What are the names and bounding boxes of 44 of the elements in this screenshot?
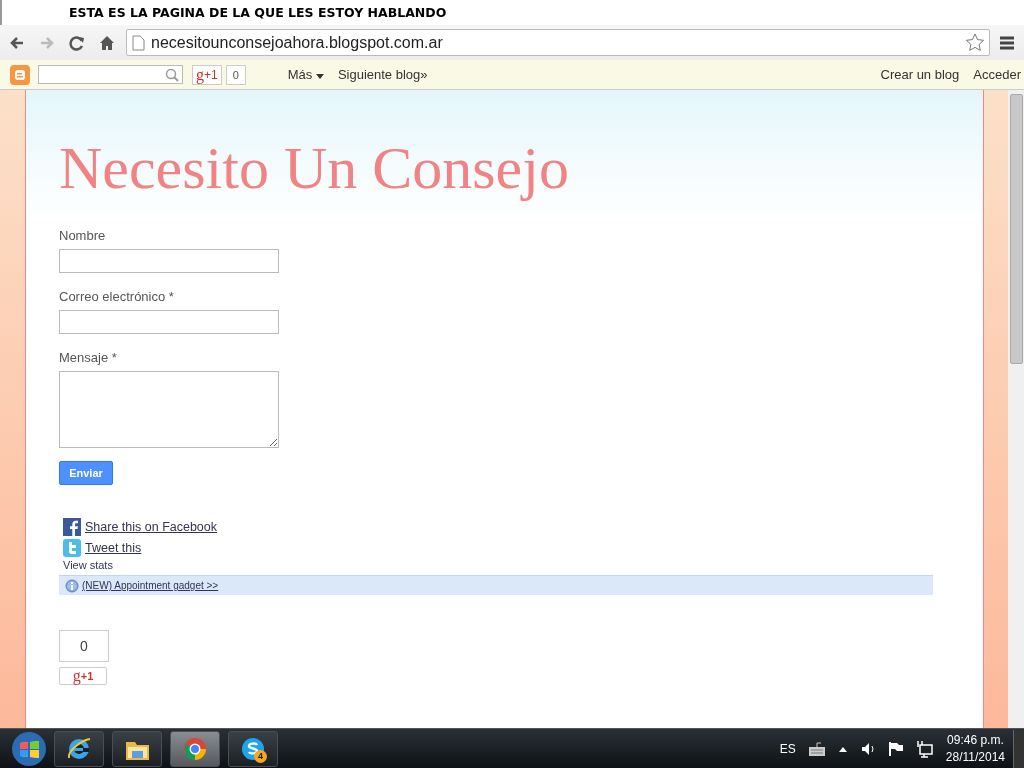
create-blog-link[interactable]: Crear un blog <box>880 67 960 82</box>
back-icon[interactable] <box>9 34 25 51</box>
plus-one-button[interactable]: g+1 <box>192 64 222 85</box>
search-field[interactable] <box>38 65 183 84</box>
facebook-icon[interactable] <box>63 518 81 536</box>
taskbar-button[interactable] <box>54 730 104 767</box>
menu-icon[interactable] <box>998 34 1016 51</box>
appointment-gadget-link[interactable]: (NEW) Appointment gadget >> <box>82 580 219 591</box>
field-label: Mensaje * <box>59 350 118 365</box>
tweet-link[interactable]: Tweet this <box>85 541 142 555</box>
clock[interactable]: 09:46 p.m. 28/11/2014 <box>945 731 1005 766</box>
chrome-icon[interactable] <box>182 735 208 762</box>
plus-one-count: 0 <box>225 64 246 85</box>
caret-icon <box>315 74 324 79</box>
sign-in-link[interactable]: Acceder <box>973 67 1021 82</box>
search-icon[interactable] <box>165 67 179 82</box>
input-field[interactable] <box>59 249 279 273</box>
taskbar-button[interactable] <box>112 730 162 767</box>
network-icon[interactable] <box>915 739 934 758</box>
scrollbar[interactable] <box>1008 90 1024 728</box>
start-button-icon[interactable] <box>11 730 47 767</box>
keyboard-icon[interactable] <box>807 740 826 757</box>
plus-one-button[interactable]: g+1 <box>59 667 107 685</box>
facebook-share-link[interactable]: Share this on Facebook <box>85 520 218 534</box>
view-stats-link[interactable]: View stats <box>59 559 113 571</box>
star-icon[interactable] <box>965 33 985 52</box>
language-indicator[interactable]: ES <box>779 741 796 756</box>
page-icon <box>131 34 145 51</box>
taskbar-button[interactable]: 4 <box>228 730 278 767</box>
plus-one-count: 0 <box>59 630 109 662</box>
input-field[interactable] <box>59 310 279 334</box>
field-label: Correo electrónico * <box>59 289 175 304</box>
message-field[interactable] <box>59 371 279 448</box>
address-bar[interactable]: necesitounconsejoahora.blogspot.com.ar <box>126 29 990 56</box>
reload-icon[interactable] <box>69 34 85 51</box>
taskbar-button[interactable] <box>170 730 220 767</box>
field-label: Nombre <box>59 228 107 243</box>
info-icon <box>65 578 79 593</box>
next-blog-link[interactable]: Siguiente blog» <box>337 67 428 82</box>
more-menu[interactable]: Más <box>287 67 324 82</box>
flag-icon[interactable] <box>887 740 904 757</box>
browser-e-icon[interactable] <box>66 735 92 762</box>
caption-text: ESTA ES LA PAGINA DE LA QUE LES ESTOY HABLANDO <box>69 5 447 20</box>
home-icon[interactable] <box>99 34 115 51</box>
